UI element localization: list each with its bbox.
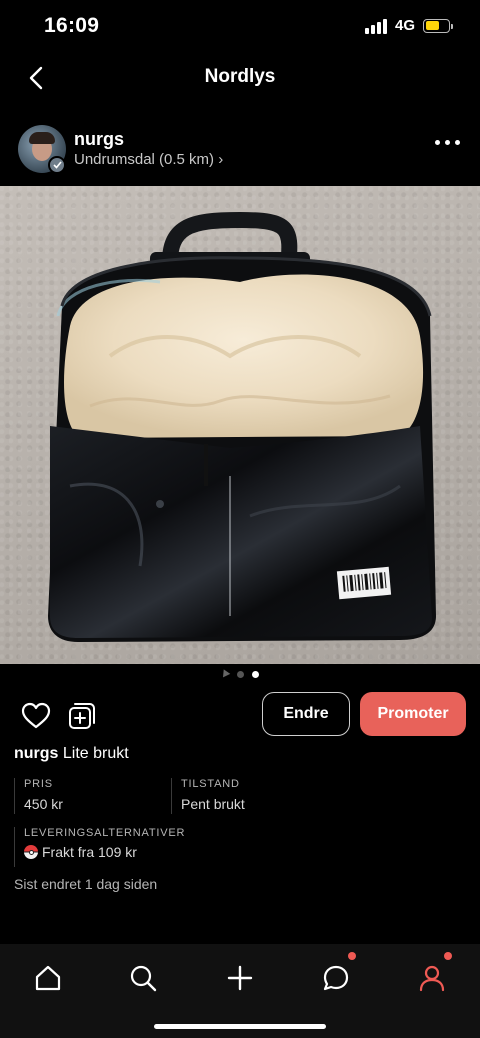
delivery-value: Frakt fra 109 kr	[42, 844, 137, 860]
delivery-label: LEVERINGSALTERNATIVER	[24, 827, 186, 839]
delivery-option: Frakt fra 109 kr	[24, 844, 466, 860]
tab-profile[interactable]	[408, 954, 456, 1002]
listing-details: PRIS 450 kr TILSTAND Pent brukt	[14, 778, 466, 822]
chevron-right-icon: ›	[218, 151, 224, 168]
profile-icon	[419, 965, 445, 992]
seller-row[interactable]: nurgs Undrumsdal (0.5 km) ›	[0, 120, 480, 180]
tab-home[interactable]	[24, 954, 72, 1002]
condition-cell: TILSTAND Pent brukt	[171, 778, 245, 814]
edit-button[interactable]: Endre	[262, 692, 350, 736]
network-type: 4G	[394, 17, 415, 34]
tab-messages[interactable]	[312, 954, 360, 1002]
location-arrow-icon	[219, 668, 231, 680]
signal-icon	[364, 18, 387, 34]
condition-label: TILSTAND	[181, 778, 240, 790]
status-time: 16:09	[44, 14, 100, 37]
gallery-dot-active[interactable]	[252, 670, 259, 678]
save-to-list-button[interactable]	[66, 700, 98, 732]
tab-search[interactable]	[119, 954, 167, 1002]
listing-user[interactable]: nurgs	[14, 745, 58, 762]
seller-location[interactable]: Undrumsdal (0.5 km) ›	[74, 151, 223, 168]
add-to-collection-icon	[69, 703, 95, 729]
more-options-button[interactable]	[435, 140, 460, 145]
action-row: Endre Promoter	[0, 692, 480, 736]
nav-header: Nordlys	[0, 56, 480, 100]
tab-new-listing[interactable]	[216, 954, 264, 1002]
search-icon	[130, 965, 157, 992]
shipping-provider-icon	[24, 845, 38, 859]
promote-button[interactable]: Promoter	[360, 692, 466, 736]
price-value: 450 kr	[24, 796, 63, 812]
status-bar: 16:09 4G	[0, 0, 480, 56]
tab-bar	[0, 944, 480, 1038]
last-updated: Sist endret 1 dag siden	[14, 876, 158, 892]
listing-title: nurgs Lite brukt	[14, 745, 129, 763]
home-indicator[interactable]	[154, 1024, 326, 1029]
messages-badge	[348, 952, 356, 960]
chat-icon	[323, 965, 349, 991]
seller-name[interactable]: nurgs	[74, 129, 124, 150]
status-indicators: 4G	[364, 17, 453, 34]
price-label: PRIS	[24, 778, 53, 790]
more-horizontal-icon	[435, 140, 440, 145]
battery-icon	[423, 18, 453, 33]
price-cell: PRIS 450 kr	[14, 778, 63, 814]
delivery-cell: LEVERINGSALTERNATIVER Frakt fra 109 kr	[14, 827, 466, 867]
condition-value: Pent brukt	[181, 796, 245, 812]
product-photo[interactable]	[0, 186, 480, 664]
heart-icon	[21, 702, 51, 729]
bag-with-sheepskin-image	[48, 211, 436, 642]
home-icon	[35, 965, 61, 991]
verified-badge-icon	[48, 156, 66, 174]
profile-badge	[444, 952, 452, 960]
favorite-button[interactable]	[20, 700, 52, 732]
seller-location-text: Undrumsdal (0.5 km)	[74, 151, 215, 168]
battery-level	[425, 21, 440, 30]
listing-title-text: Lite brukt	[62, 745, 129, 762]
gallery-dot[interactable]	[237, 670, 244, 678]
page-title: Nordlys	[204, 66, 276, 87]
gallery-pagination[interactable]	[0, 668, 480, 680]
plus-icon	[227, 965, 253, 991]
